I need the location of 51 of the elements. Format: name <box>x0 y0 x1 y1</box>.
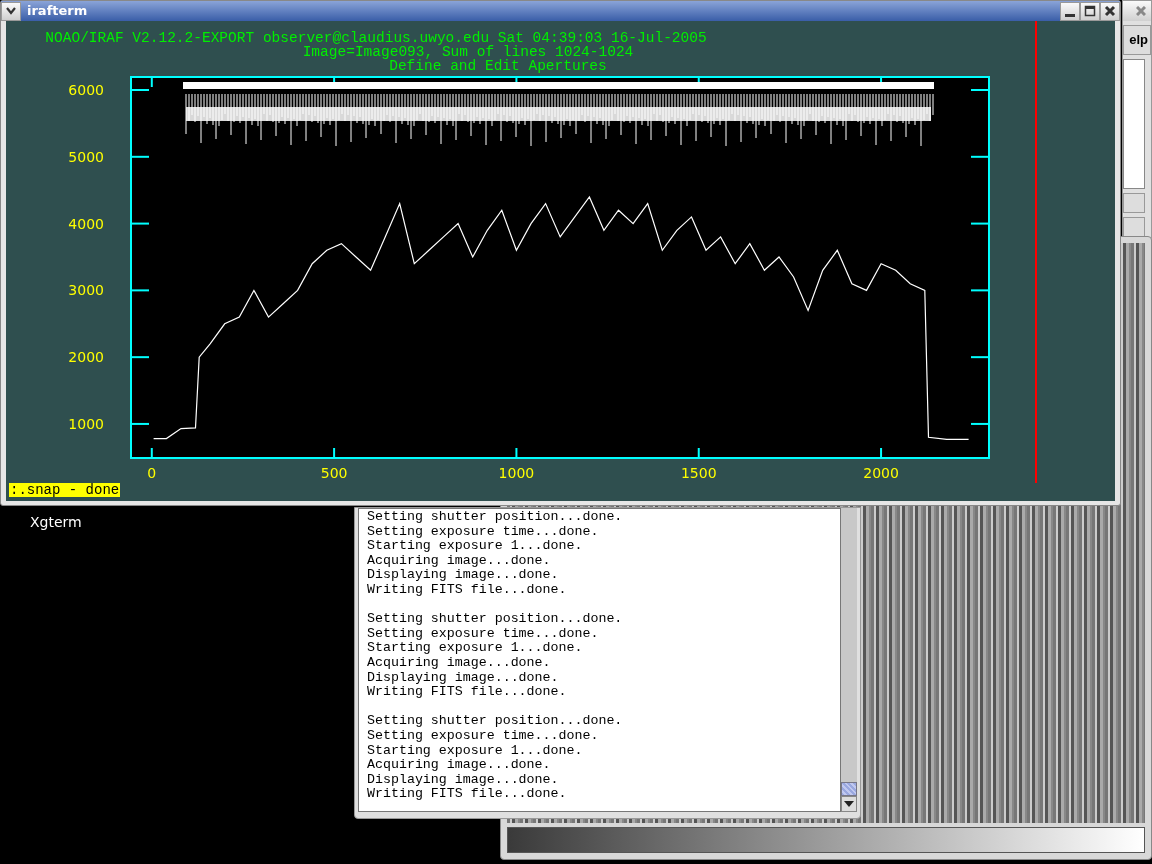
log-line: Acquiring image...done. <box>367 655 552 671</box>
help-button[interactable]: elp <box>1123 25 1151 55</box>
log-line: Setting exposure time...done. <box>367 728 600 744</box>
log-line: Setting exposure time...done. <box>367 626 600 642</box>
log-line: Setting shutter position...done. <box>367 714 624 729</box>
log-line: Displaying image...done. <box>367 670 560 686</box>
log-line: Acquiring image...done. <box>367 758 552 773</box>
desktop-icon-label: Xgterm <box>30 513 82 532</box>
log-line: Starting exposure 1...done. <box>367 743 584 759</box>
axis-tick-label: 4000 <box>68 215 104 232</box>
axis-tick-label: 5000 <box>68 148 104 165</box>
scrollbar[interactable] <box>841 508 857 812</box>
log-line: Displaying image...done. <box>367 772 560 788</box>
log-line: Writing FITS file...done. <box>367 582 568 598</box>
close-button[interactable] <box>1100 1 1120 21</box>
close-icon <box>1136 6 1146 16</box>
maximize-button[interactable] <box>1080 1 1100 21</box>
axis-tick-label: 1000 <box>498 465 535 481</box>
log-line: Setting shutter position...done. <box>367 612 624 627</box>
text-area[interactable] <box>1123 59 1145 189</box>
axis-tick-label: 2000 <box>863 465 899 481</box>
minimize-button[interactable] <box>1060 1 1080 21</box>
axis-tick-label: 0 <box>147 465 157 481</box>
maximize-icon <box>1084 5 1096 17</box>
log-line: Writing FITS file...done. <box>367 685 568 700</box>
plot-title: NOAO/IRAF V2.12.2-EXPORT observer@claudius.uwyo.edu Sat 04:39:03 16-Jul-2005 <box>45 30 707 46</box>
log-line: Displaying image...done. <box>367 568 560 583</box>
plot-title: Image=Image093, Sum of lines 1024-1024 <box>302 44 634 60</box>
caret-down-icon <box>844 801 854 807</box>
log-line: Starting exposure 1...done. <box>367 539 584 554</box>
log-line: Setting exposure time...done. <box>367 524 600 540</box>
minimize-icon <box>1065 13 1075 17</box>
close-icon <box>1104 5 1116 17</box>
scrollbar-thumb[interactable] <box>841 782 857 796</box>
axis-tick-label: 1500 <box>680 465 717 481</box>
scroll-down-button[interactable] <box>841 796 857 812</box>
axis-tick-label: 6000 <box>68 82 104 98</box>
axis-tick-label: 1000 <box>68 415 104 432</box>
log-line: Acquiring image...done. <box>367 553 552 569</box>
axis-tick-label: 3000 <box>68 282 104 299</box>
axis-tick-label: 2000 <box>68 349 104 366</box>
log-line: Setting shutter position...done. <box>367 510 624 525</box>
log-line: Writing FITS file...done. <box>367 787 568 802</box>
panel-button[interactable] <box>1123 217 1145 237</box>
plot-title: Define and Edit Apertures <box>389 58 607 74</box>
axis-tick-label: 500 <box>320 465 348 481</box>
panel-button[interactable] <box>1123 193 1145 213</box>
log-line: Starting exposure 1...done. <box>367 641 584 656</box>
window-title: irafterm <box>26 2 89 21</box>
chevron-down-icon <box>6 7 16 15</box>
window-menu-button[interactable] <box>1 1 21 21</box>
